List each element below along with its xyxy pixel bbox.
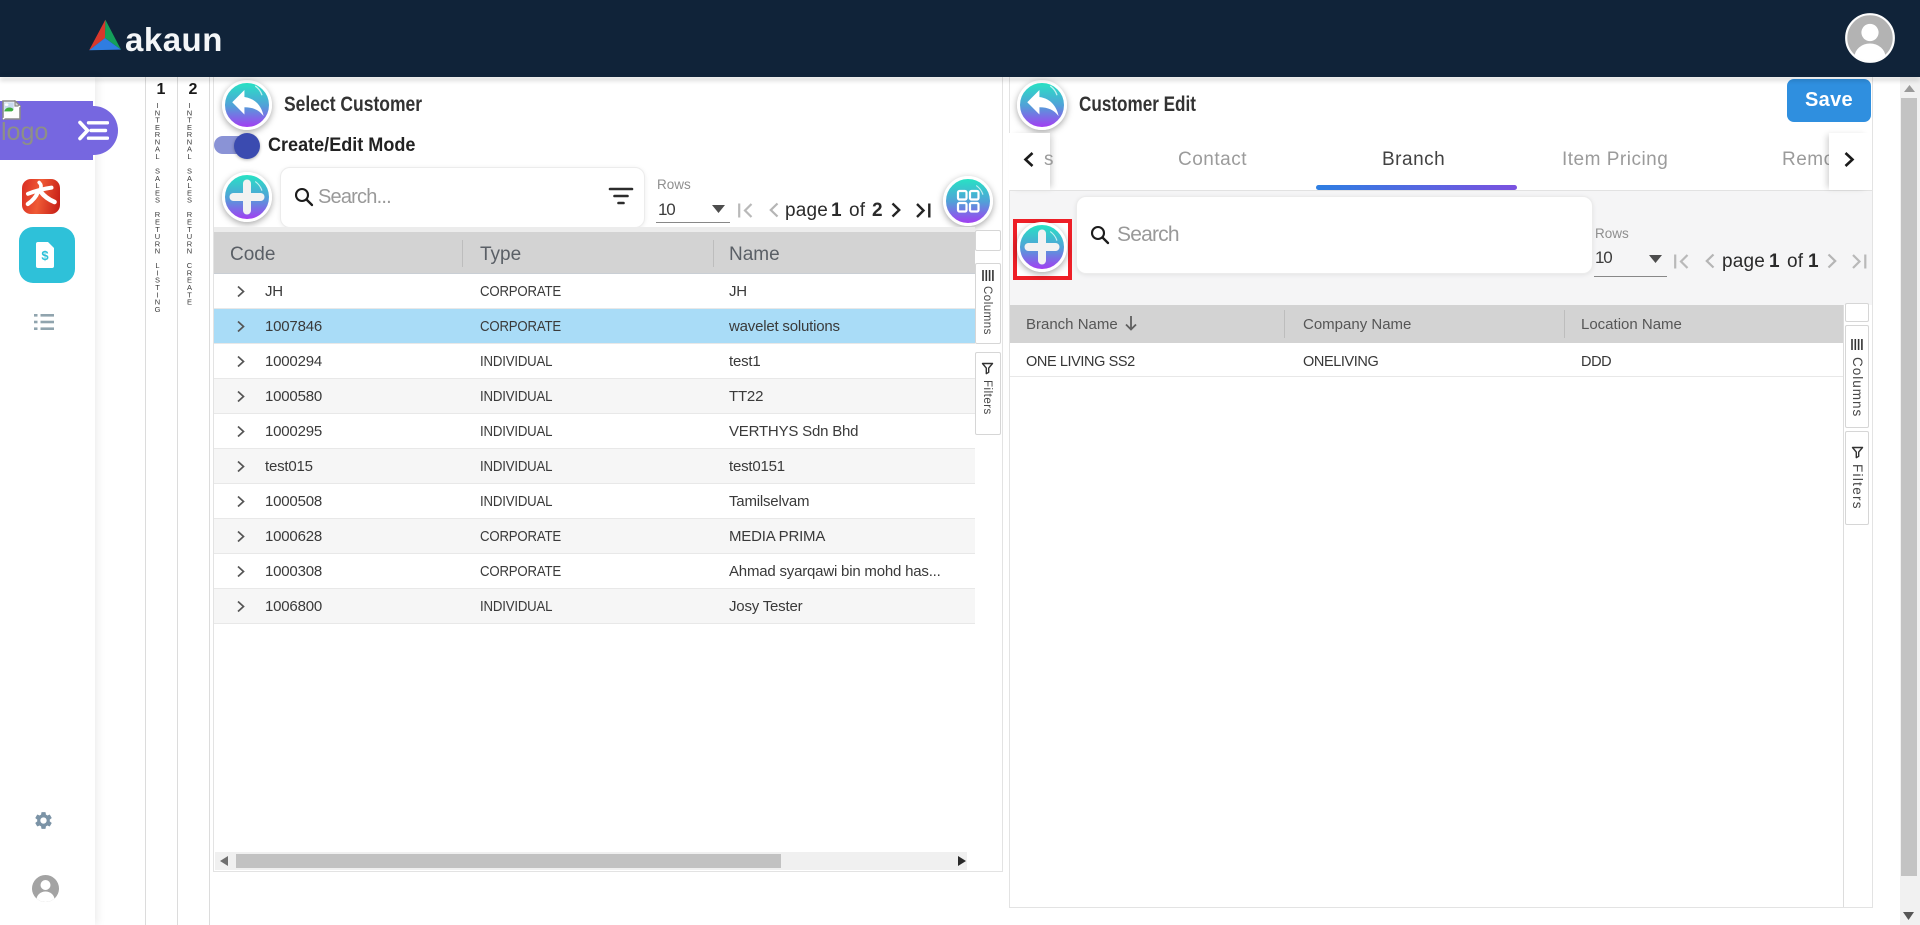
svg-text:$: $ bbox=[41, 248, 49, 263]
